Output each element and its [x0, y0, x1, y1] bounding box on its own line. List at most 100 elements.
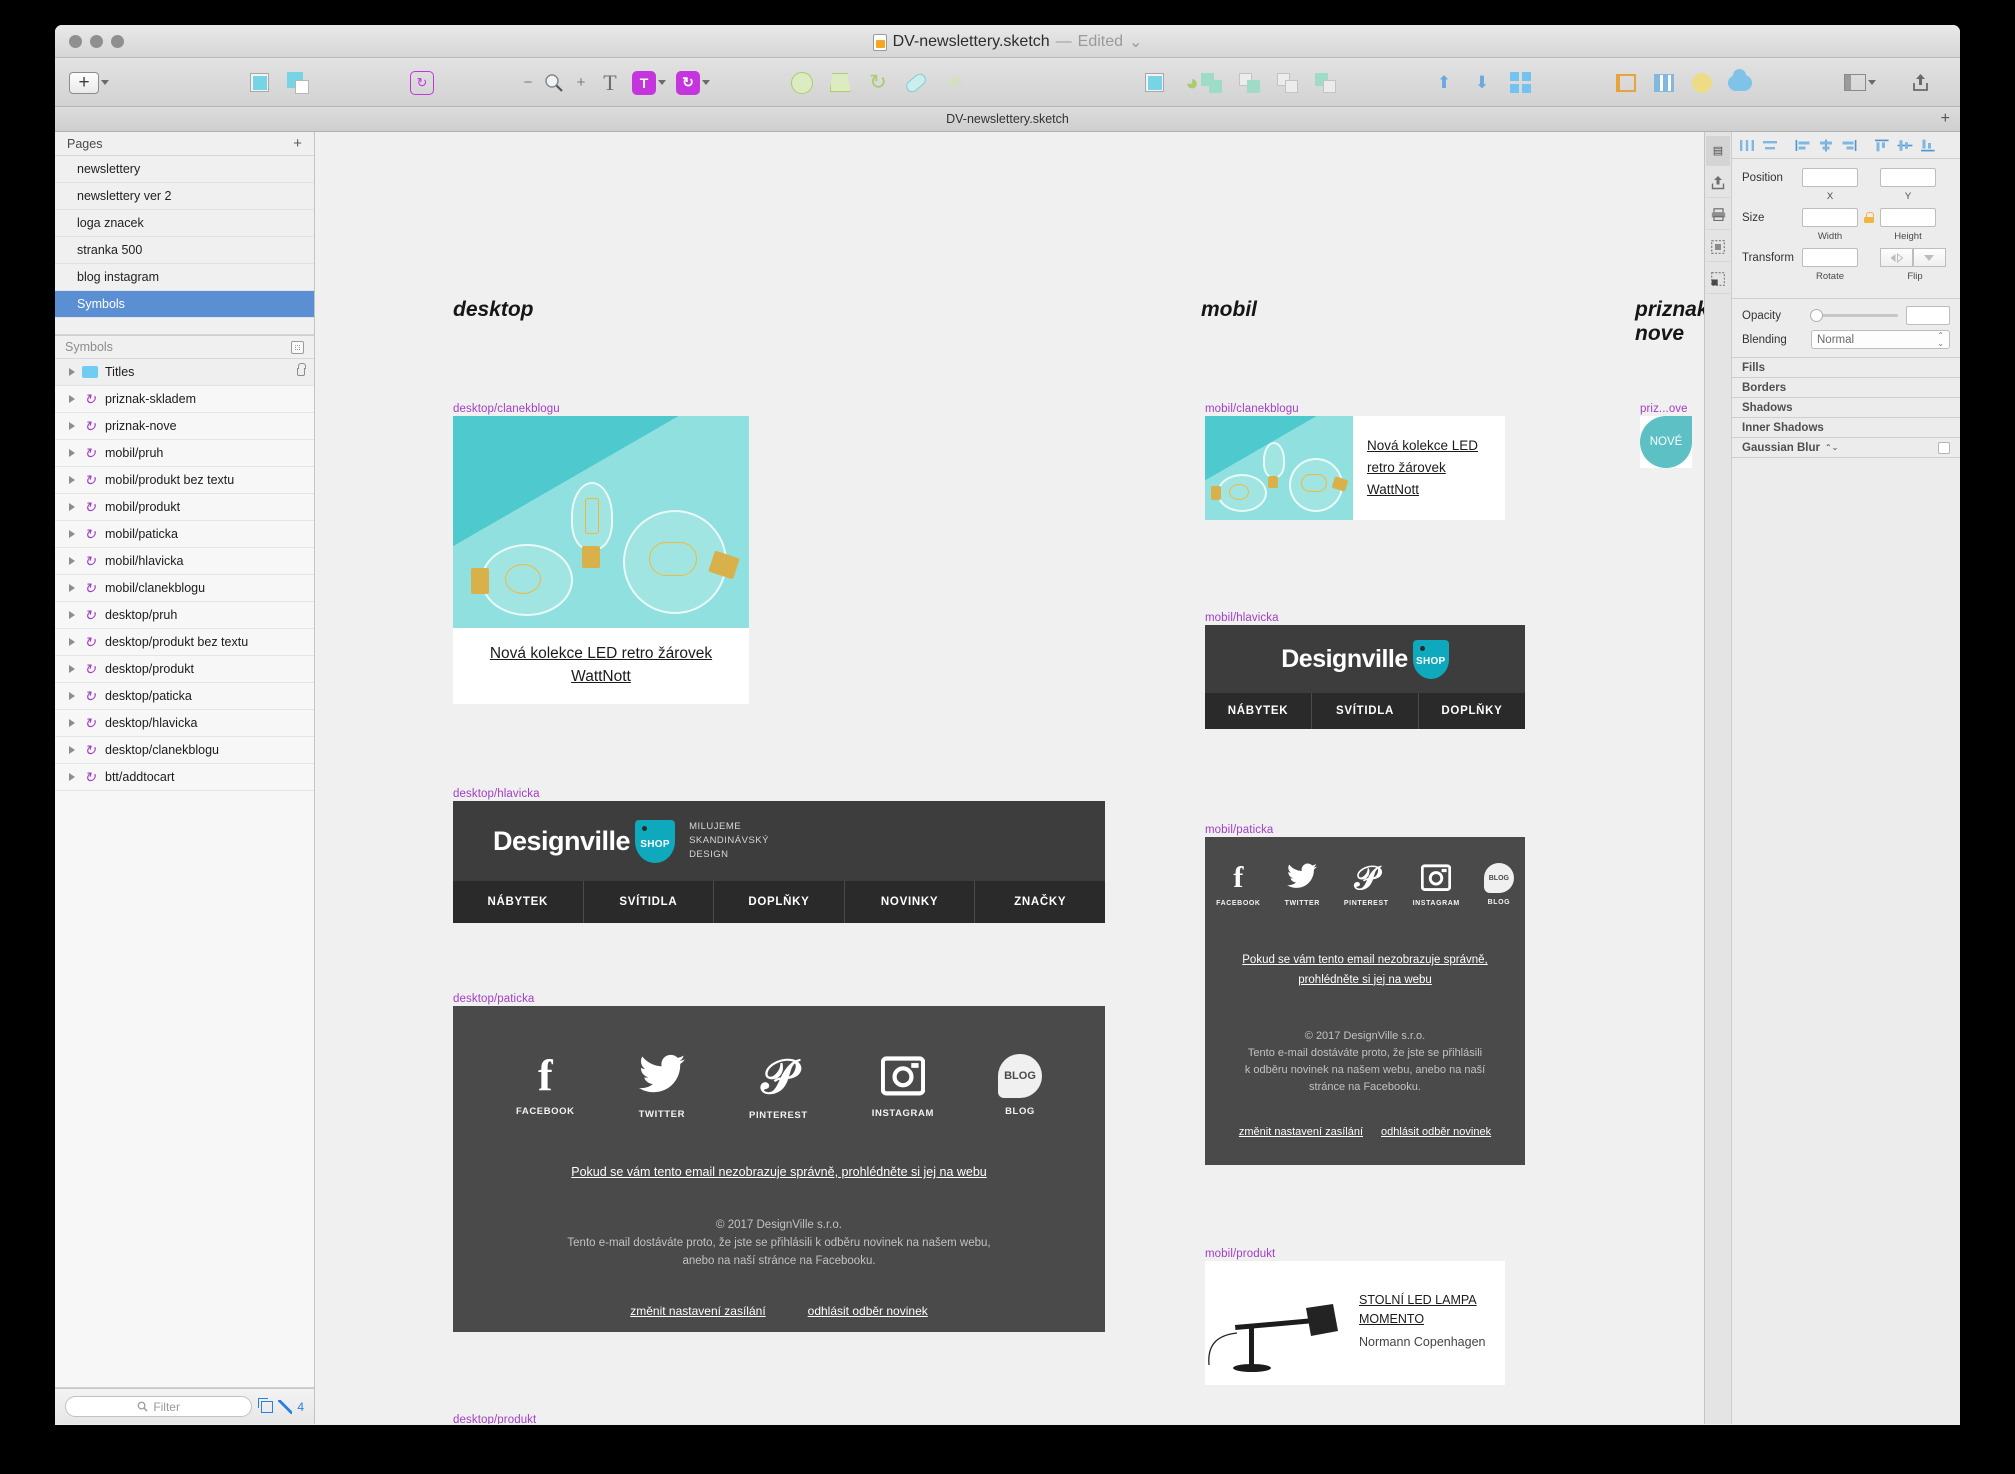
- layer-row-desktop-paticka[interactable]: ↻ desktop/paticka: [55, 683, 314, 710]
- detach-symbol-button[interactable]: [278, 67, 316, 99]
- duplicate-icon[interactable]: [258, 1397, 274, 1413]
- align-bottom-button[interactable]: [1917, 135, 1939, 155]
- social-instagram[interactable]: INSTAGRAM: [1413, 863, 1460, 907]
- align-middle-vertical-button[interactable]: [1894, 135, 1916, 155]
- align-center-horizontal-button[interactable]: [1815, 135, 1837, 155]
- export-share-button[interactable]: [1901, 67, 1939, 99]
- layer-row-desktop-produkt-bez-textu[interactable]: ↻ desktop/produkt bez textu: [55, 629, 314, 656]
- social-facebook[interactable]: f FACEBOOK: [516, 1054, 575, 1121]
- convert-outlines-button[interactable]: ✳: [935, 67, 973, 99]
- rail-inspector-button[interactable]: ▤: [1706, 136, 1730, 166]
- layer-row-priznak-skladem[interactable]: ↻ priznak-skladem: [55, 386, 314, 413]
- product-title-line-2[interactable]: MOMENTO: [1359, 1310, 1495, 1329]
- chevron-right-icon[interactable]: [69, 530, 75, 538]
- lock-icon[interactable]: [297, 363, 306, 376]
- chevron-right-icon[interactable]: [69, 422, 75, 430]
- rail-layout-button[interactable]: [1706, 264, 1730, 294]
- social-blog[interactable]: BLOG BLOG: [998, 1054, 1042, 1121]
- layer-row-mobil-pruh[interactable]: ↻ mobil/pruh: [55, 440, 314, 467]
- nav-item-doplnky[interactable]: DOPLŇKY: [714, 881, 845, 923]
- title-chevron-down-icon[interactable]: ⌄: [1129, 32, 1142, 52]
- position-y-input[interactable]: [1880, 168, 1936, 187]
- zoom-out-button[interactable]: −: [517, 67, 539, 99]
- chevron-right-icon[interactable]: [69, 611, 75, 619]
- artboard-mobil-paticka[interactable]: f FACEBOOK TWITTER 𝒫 PINTEREST INSTAGRAM…: [1205, 837, 1525, 1165]
- artboard-label-desktop-paticka[interactable]: desktop/paticka: [453, 993, 534, 1005]
- layer-options-icon[interactable]: [291, 340, 304, 354]
- nav-item-svitidla[interactable]: SVÍTIDLA: [584, 881, 715, 923]
- rail-slices-button[interactable]: [1706, 232, 1730, 262]
- chevron-right-icon[interactable]: [69, 557, 75, 565]
- align-right-button[interactable]: [1838, 135, 1860, 155]
- section-inner-shadows[interactable]: Inner Shadows: [1732, 418, 1960, 438]
- nav-item-nabytek[interactable]: NÁBYTEK: [1205, 693, 1312, 729]
- position-x-input[interactable]: [1802, 168, 1858, 187]
- layout-button[interactable]: [1645, 67, 1683, 99]
- layer-row-mobil-produkt[interactable]: ↻ mobil/produkt: [55, 494, 314, 521]
- scale-button[interactable]: [821, 67, 859, 99]
- blog-card-title-line-3[interactable]: WattNott: [1367, 479, 1505, 501]
- lock-proportions-icon[interactable]: [1864, 212, 1874, 223]
- cloud-button[interactable]: [1721, 67, 1759, 99]
- artboard-label-priznak-nove[interactable]: priz...ove: [1640, 403, 1688, 415]
- chevron-right-icon[interactable]: [69, 692, 75, 700]
- layer-row-btt-addtocart[interactable]: ↻ btt/addtocart: [55, 764, 314, 791]
- rail-export-button[interactable]: [1706, 168, 1730, 198]
- footer-unsubscribe-link[interactable]: odhlásit odběr novinek: [808, 1304, 928, 1318]
- social-pinterest[interactable]: 𝒫 PINTEREST: [749, 1054, 808, 1122]
- symbol-style-button[interactable]: ↻: [671, 67, 715, 99]
- rail-print-button[interactable]: [1706, 200, 1730, 230]
- chevron-right-icon[interactable]: [69, 368, 75, 376]
- filter-input[interactable]: Filter: [65, 1396, 253, 1417]
- artboard-label-mobil-produkt[interactable]: mobil/produkt: [1205, 1248, 1275, 1260]
- text-style-button[interactable]: T: [627, 67, 671, 99]
- difference-button[interactable]: [1307, 67, 1345, 99]
- social-blog[interactable]: BLOG BLOG: [1483, 863, 1514, 907]
- new-tab-button[interactable]: +: [1941, 111, 1950, 127]
- document-tab[interactable]: DV-newslettery.sketch: [946, 112, 1069, 126]
- distribute-vertically-button[interactable]: [1759, 135, 1781, 155]
- slider-knob[interactable]: [1810, 309, 1823, 322]
- blog-card-title[interactable]: Nová kolekce LED retro žárovek WattNott: [490, 645, 712, 685]
- layer-row-desktop-hlavicka[interactable]: ↻ desktop/hlavicka: [55, 710, 314, 737]
- section-fills[interactable]: Fills: [1732, 358, 1960, 378]
- flip-vertical-button[interactable]: [1913, 248, 1946, 267]
- artboard-label-desktop-hlavicka[interactable]: desktop/hlavicka: [453, 788, 540, 800]
- section-shadows[interactable]: Shadows: [1732, 398, 1960, 418]
- preview-button[interactable]: [1135, 67, 1173, 99]
- layer-row-desktop-clanekblogu[interactable]: ↻ desktop/clanekblogu: [55, 737, 314, 764]
- bring-forward-button[interactable]: ⬆: [1425, 67, 1463, 99]
- section-gaussian-blur[interactable]: Gaussian Blur ⌃⌄: [1732, 438, 1960, 458]
- nav-item-nabytek[interactable]: NÁBYTEK: [453, 881, 584, 923]
- social-pinterest[interactable]: 𝒫 PINTEREST: [1344, 863, 1389, 908]
- page-item-symbols[interactable]: Symbols: [55, 291, 314, 318]
- union-button[interactable]: [1193, 67, 1231, 99]
- artboard-label-desktop-produkt[interactable]: desktop/produkt: [453, 1414, 536, 1424]
- chevron-right-icon[interactable]: [69, 665, 75, 673]
- blog-card-title-line-1[interactable]: Nová kolekce LED: [1367, 435, 1505, 457]
- toggle-panels-button[interactable]: [1837, 67, 1883, 99]
- blending-select[interactable]: Normal ⌃ ⌄: [1811, 330, 1950, 349]
- layer-row-mobil-paticka[interactable]: ↻ mobil/paticka: [55, 521, 314, 548]
- chevron-right-icon[interactable]: [69, 503, 75, 511]
- footer-settings-link[interactable]: změnit nastavení zasílání: [1239, 1126, 1363, 1138]
- align-left-button[interactable]: [1792, 135, 1814, 155]
- page-item-newslettery-ver-2[interactable]: newslettery ver 2: [55, 183, 314, 210]
- blog-card-title-line-2[interactable]: retro žárovek: [1367, 457, 1505, 479]
- subtract-button[interactable]: [1231, 67, 1269, 99]
- artboard-desktop-clanekblogu[interactable]: Nová kolekce LED retro žárovek WattNott: [453, 416, 749, 704]
- page-item-stranka-500[interactable]: stranka 500: [55, 237, 314, 264]
- size-width-input[interactable]: [1802, 208, 1858, 227]
- layer-row-desktop-pruh[interactable]: ↻ desktop/pruh: [55, 602, 314, 629]
- footer-unsubscribe-link[interactable]: odhlásit odběr novinek: [1381, 1126, 1491, 1138]
- artboard-desktop-paticka[interactable]: f FACEBOOK TWITTER 𝒫 PINTEREST INSTAGRAM…: [453, 1006, 1105, 1332]
- nav-item-znacky[interactable]: ZNAČKY: [975, 881, 1105, 923]
- opacity-slider[interactable]: [1810, 309, 1898, 322]
- layer-row-mobil-produkt-bez-textu[interactable]: ↻ mobil/produkt bez textu: [55, 467, 314, 494]
- align-top-button[interactable]: [1871, 135, 1893, 155]
- artboard-desktop-hlavicka[interactable]: Designville SHOP MILUJEME SKANDINÁVSKÝ D…: [453, 801, 1105, 923]
- footer-settings-link[interactable]: změnit nastavení zasílání: [630, 1304, 765, 1318]
- zoom-in-button[interactable]: +: [569, 67, 593, 99]
- add-page-button[interactable]: +: [293, 136, 302, 151]
- chevron-right-icon[interactable]: [69, 449, 75, 457]
